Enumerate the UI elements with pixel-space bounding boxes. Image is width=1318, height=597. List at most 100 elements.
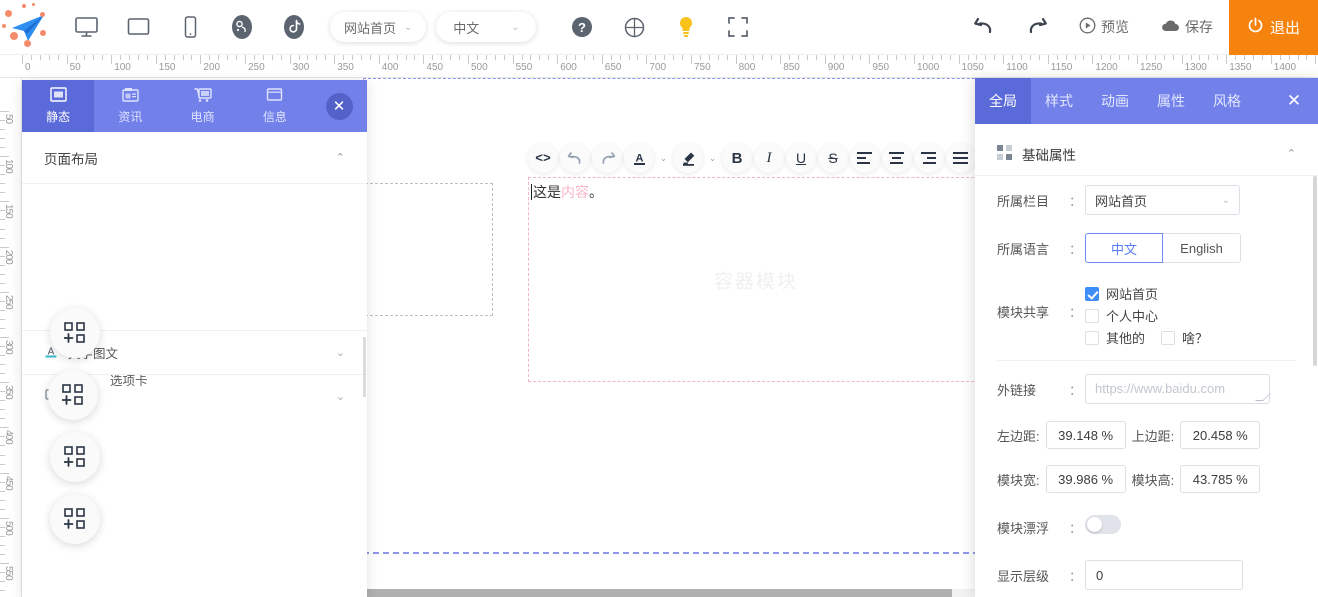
ruler-minor-tick [0, 500, 5, 501]
container-module[interactable]: 这是内容。 容器模块 [528, 177, 984, 382]
ruler-minor-tick [637, 55, 638, 60]
douyin-icon[interactable] [268, 4, 320, 50]
margin-left-input[interactable]: 39.148 % [1046, 421, 1126, 449]
align-justify-icon[interactable] [946, 143, 976, 173]
ruler-minor-tick [0, 464, 5, 465]
ruler-minor-tick [816, 55, 817, 60]
checkbox-what-box[interactable] [1161, 331, 1175, 345]
ruler-minor-tick [1030, 55, 1031, 60]
module-width-input[interactable]: 39.986 % [1046, 465, 1126, 493]
column-select[interactable]: 网站首页 ⌄ [1085, 185, 1240, 215]
underline-icon[interactable]: U [786, 143, 816, 173]
properties-scrollbar[interactable] [1313, 176, 1317, 366]
exit-button[interactable]: 退出 [1229, 0, 1318, 55]
preview-button[interactable]: 预览 [1063, 0, 1145, 55]
tab-static[interactable]: 静态 [22, 80, 94, 132]
field-module-float: 模块漂浮 ： [975, 501, 1318, 546]
ruler-minor-tick [495, 55, 496, 60]
tab-global[interactable]: 全局 [975, 78, 1031, 124]
checkbox-other[interactable]: 其他的 [1085, 328, 1145, 347]
question-mark-icon[interactable]: ? [556, 4, 608, 50]
font-color-caret-icon[interactable]: ⌄ [656, 153, 671, 164]
tab-info[interactable]: 信息 [239, 80, 311, 132]
compass-icon[interactable] [608, 4, 660, 50]
mobile-icon[interactable] [164, 4, 216, 50]
redo-arrow-icon[interactable] [1011, 0, 1063, 55]
checkbox-home-page-box[interactable] [1085, 287, 1099, 301]
language-select-value: 中文 [453, 18, 479, 37]
module-float-toggle[interactable] [1085, 515, 1121, 534]
checkbox-what[interactable]: 啥？ [1161, 328, 1208, 347]
library-scrollbar[interactable] [363, 337, 366, 397]
source-code-icon[interactable]: <> [528, 143, 558, 173]
highlight-color-caret-icon[interactable]: ⌄ [705, 153, 720, 164]
save-button[interactable]: 保存 [1145, 0, 1229, 55]
ruler-label: 450 [426, 62, 443, 73]
external-link-textarea[interactable]: https://www.baidu.com [1085, 374, 1270, 404]
language-option-english[interactable]: English [1163, 233, 1241, 263]
page-select[interactable]: 网站首页 ⌄ [330, 12, 426, 42]
tab-animation[interactable]: 动画 [1087, 78, 1143, 124]
language-select[interactable]: 中文 ⌄ [436, 12, 536, 42]
ruler-label: 400 [4, 430, 13, 444]
checkbox-other-box[interactable] [1085, 331, 1099, 345]
ruler-minor-tick [361, 55, 362, 60]
ruler-minor-tick [727, 55, 728, 60]
tab-style[interactable]: 样式 [1031, 78, 1087, 124]
wechat-app-icon[interactable] [216, 4, 268, 50]
module-height-input[interactable]: 43.785 % [1180, 465, 1260, 493]
section-basic-attributes[interactable]: 基础属性 ⌃ [975, 132, 1318, 176]
section-page-layout[interactable]: 页面布局 ⌃ [22, 132, 367, 184]
margin-left-label: 左边距: [997, 426, 1040, 445]
undo-icon[interactable] [560, 143, 590, 173]
add-module-fab[interactable] [48, 370, 98, 420]
tab-ecommerce[interactable]: 电商 [167, 80, 239, 132]
checkbox-user-center[interactable]: 个人中心 [1085, 306, 1158, 325]
align-right-icon[interactable] [914, 143, 944, 173]
ruler-minor-tick [718, 55, 719, 60]
language-option-chinese[interactable]: 中文 [1085, 233, 1163, 263]
lightbulb-icon[interactable] [660, 4, 712, 50]
logo-dot [40, 12, 45, 17]
placeholder-module-box[interactable] [365, 183, 493, 316]
tab-news[interactable]: 资讯 [94, 80, 166, 132]
rich-text-content[interactable]: 这是内容。 [531, 182, 603, 202]
tab-theme[interactable]: 风格 [1199, 78, 1255, 124]
strikethrough-icon[interactable]: S [818, 143, 848, 173]
tablet-icon[interactable] [112, 4, 164, 50]
ruler-major-tick [1137, 55, 1138, 64]
bold-icon[interactable]: B [722, 143, 752, 173]
italic-icon[interactable]: I [754, 143, 784, 173]
align-left-icon[interactable] [850, 143, 880, 173]
fullscreen-icon[interactable] [712, 4, 764, 50]
logo-dot [40, 30, 46, 36]
checkbox-user-center-box[interactable] [1085, 309, 1099, 323]
ruler-label: 100 [114, 62, 131, 73]
app-logo[interactable] [0, 0, 52, 55]
ruler-minor-tick [709, 55, 710, 60]
highlight-color-icon[interactable] [673, 143, 703, 173]
checkbox-home-page[interactable]: 网站首页 [1085, 284, 1158, 303]
desktop-icon[interactable] [60, 4, 112, 50]
tab-attributes[interactable]: 属性 [1143, 78, 1199, 124]
add-module-fab[interactable] [50, 494, 100, 544]
ruler-minor-tick [0, 319, 5, 320]
ruler-minor-tick [1110, 55, 1111, 60]
align-center-icon[interactable] [882, 143, 912, 173]
close-properties-button[interactable]: ✕ [1270, 78, 1318, 124]
share-line-2: 个人中心 [1085, 306, 1208, 325]
ruler-minor-tick [1021, 55, 1022, 60]
close-library-button[interactable]: ✕ [311, 80, 367, 132]
ruler-minor-tick [1039, 55, 1040, 60]
add-module-fab[interactable] [50, 308, 100, 358]
add-module-fab[interactable] [50, 432, 100, 482]
ruler-major-tick [0, 563, 9, 564]
undo-arrow-icon[interactable] [959, 0, 1011, 55]
margin-top-input[interactable]: 20.458 % [1180, 421, 1260, 449]
zindex-input[interactable]: 0 [1085, 560, 1243, 590]
ruler-minor-tick [584, 55, 585, 60]
ruler-minor-tick [985, 55, 986, 60]
ruler-major-tick [825, 55, 826, 64]
font-color-icon[interactable]: A [624, 143, 654, 173]
redo-icon[interactable] [592, 143, 622, 173]
